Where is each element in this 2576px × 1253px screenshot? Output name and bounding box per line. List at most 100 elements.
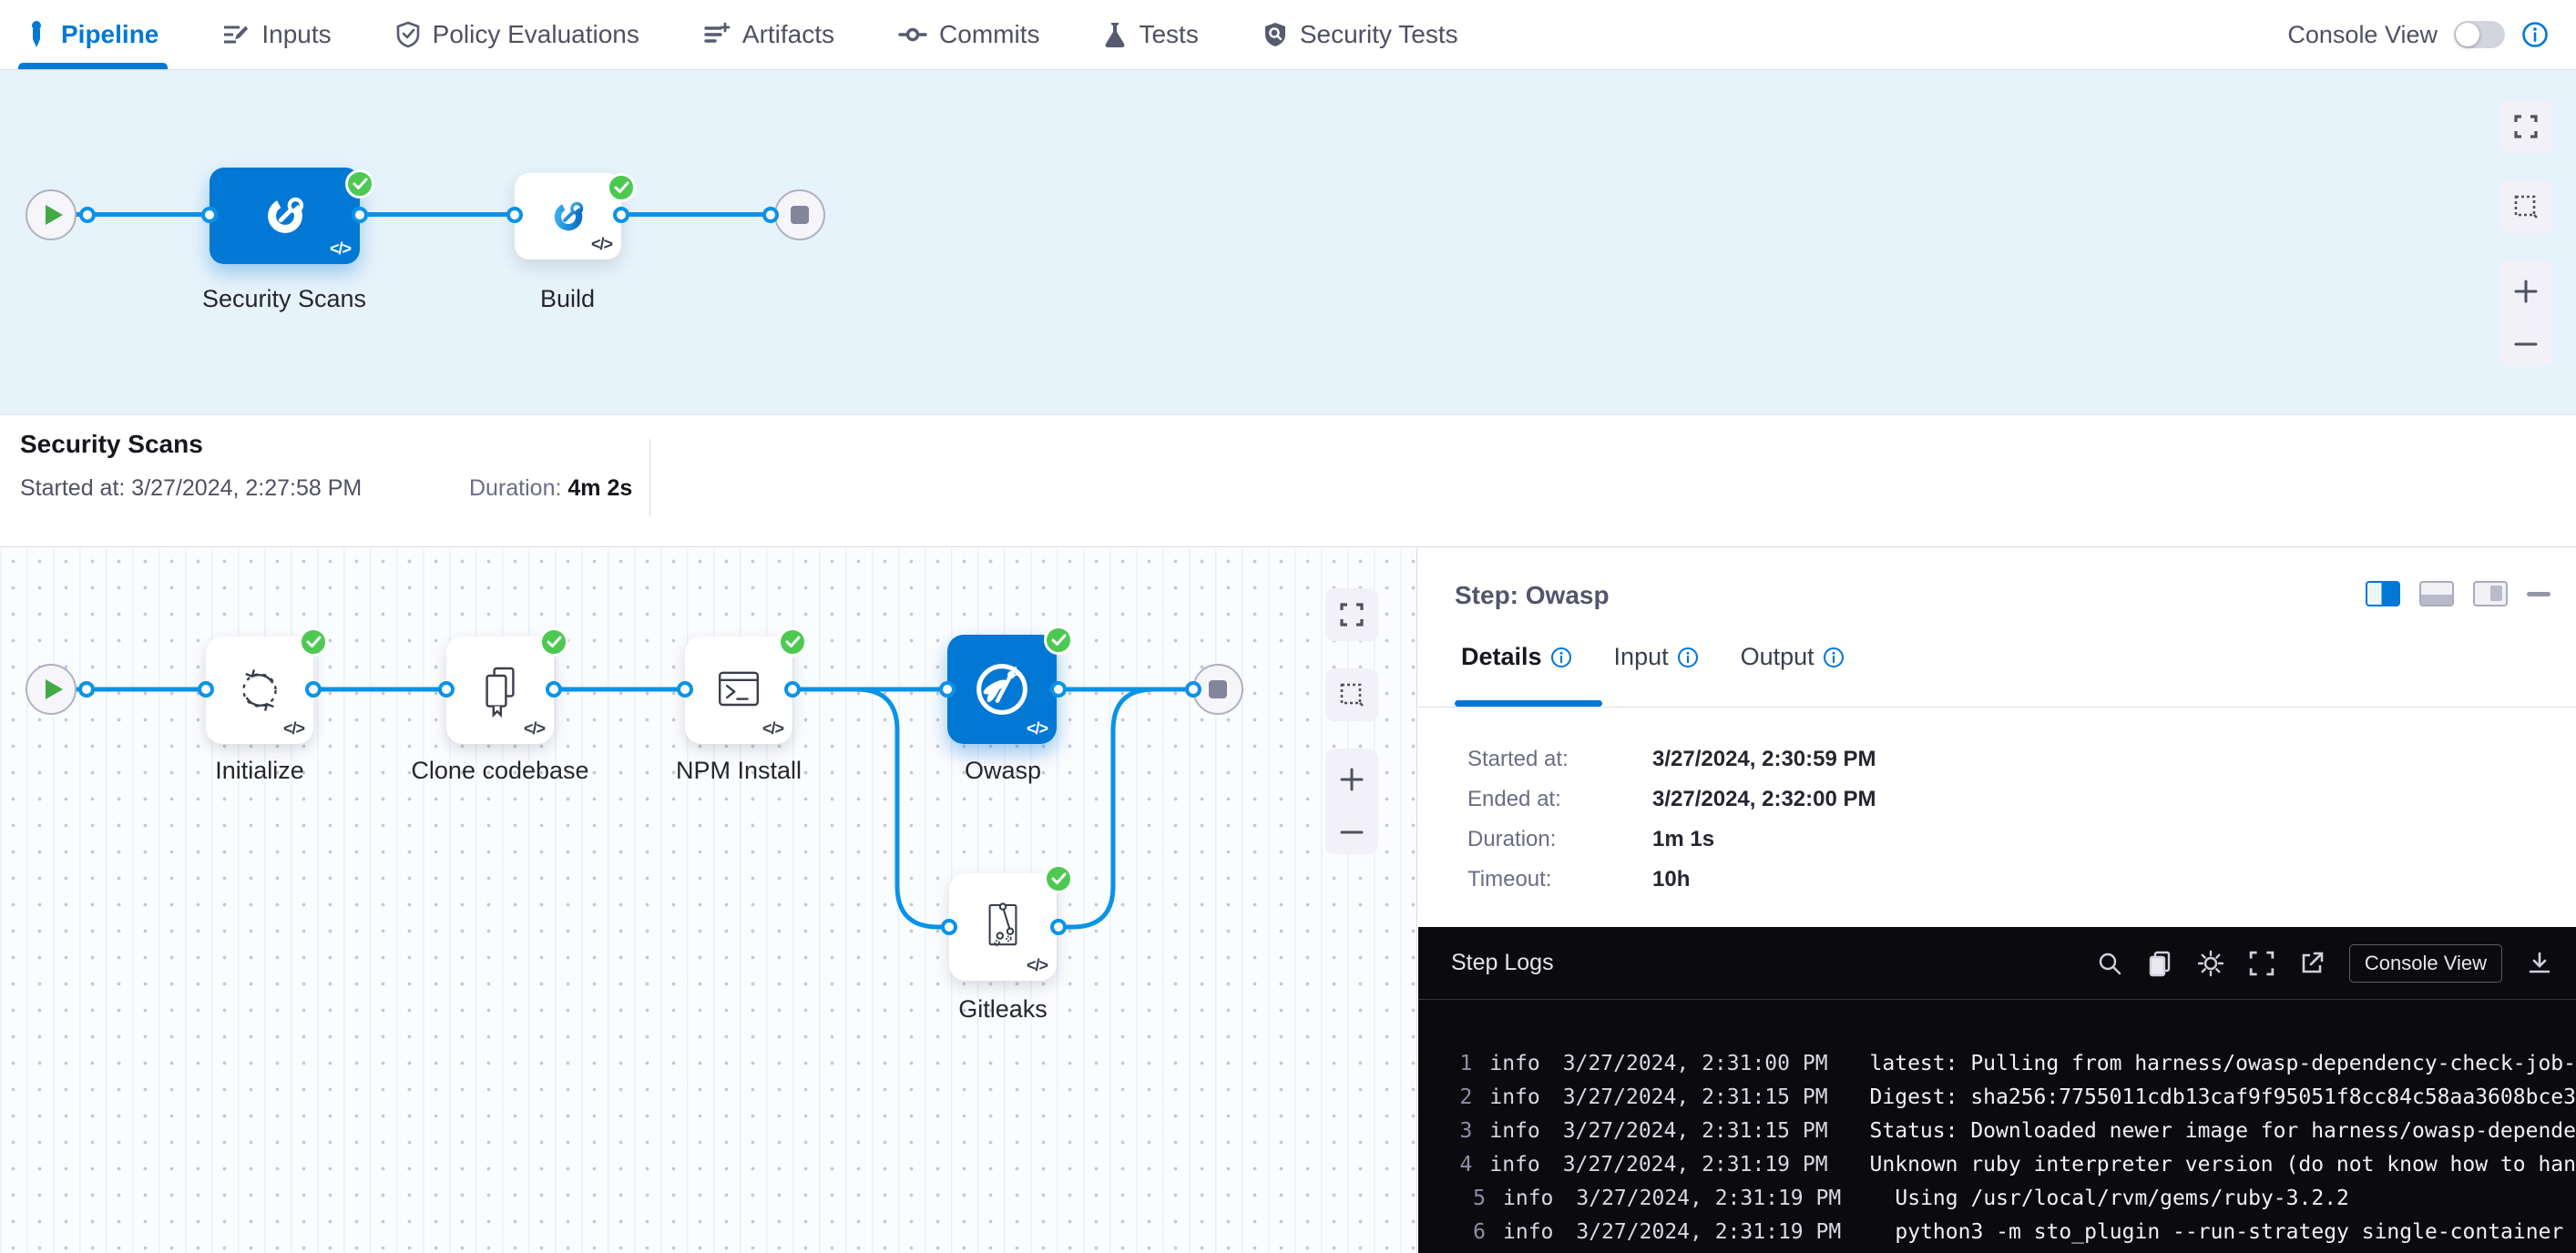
nav-tab-label: Commits xyxy=(939,20,1039,49)
shield-check-icon xyxy=(395,21,421,48)
active-tab-underline xyxy=(1455,700,1602,707)
duration-value: 4m 2s xyxy=(567,475,632,501)
tab-artifacts[interactable]: Artifacts xyxy=(703,0,834,69)
minimize-panel-button[interactable] xyxy=(2527,592,2550,596)
edge-port xyxy=(438,681,455,698)
step-label[interactable]: Gitleaks xyxy=(894,995,1112,1024)
tab-output[interactable]: Output xyxy=(1741,643,1845,671)
step-node-npm-install[interactable]: </> xyxy=(685,637,792,744)
right-view-button[interactable] xyxy=(2473,581,2508,606)
step-node-gitleaks[interactable]: </> xyxy=(949,873,1057,981)
detail-label: Timeout: xyxy=(1467,867,1652,892)
copy-icon[interactable] xyxy=(2147,950,2172,977)
tab-commits[interactable]: Commits xyxy=(898,0,1039,69)
tab-tests[interactable]: Tests xyxy=(1103,0,1198,69)
bottom-split: </> Initialize </> Clone codebase xyxy=(0,548,2576,1253)
step-node-initialize[interactable]: </> xyxy=(206,637,313,744)
log-timestamp: 3/27/2024, 2:31:00 PM xyxy=(1563,1047,1828,1081)
pipeline-start-node[interactable] xyxy=(26,189,77,240)
step-label[interactable]: Owasp xyxy=(894,757,1112,785)
step-node-clone-codebase[interactable]: </> xyxy=(446,637,554,744)
top-nav: Pipeline Inputs Policy Evaluations Artif… xyxy=(0,0,2576,70)
stage-start-node[interactable] xyxy=(26,664,77,715)
zoom-control xyxy=(2499,260,2552,366)
search-icon[interactable] xyxy=(2097,951,2122,976)
nav-tab-label: Artifacts xyxy=(742,20,834,49)
divider xyxy=(1418,707,2576,708)
step-logs-header: Step Logs xyxy=(1418,927,2576,1000)
log-timestamp: 3/27/2024, 2:31:15 PM xyxy=(1563,1115,1828,1148)
edge-port xyxy=(613,207,629,223)
fullscreen-icon[interactable] xyxy=(2249,951,2274,976)
stage-node-build[interactable]: </> xyxy=(515,173,621,260)
zoom-out-button[interactable] xyxy=(2513,340,2539,349)
play-icon xyxy=(46,679,63,699)
tab-inputs[interactable]: Inputs xyxy=(222,0,331,69)
info-icon xyxy=(1550,647,1572,668)
log-timestamp: 3/27/2024, 2:31:19 PM xyxy=(1576,1216,1853,1249)
step-panel-title: Step: Owasp xyxy=(1455,581,1610,610)
nav-tab-label: Inputs xyxy=(261,20,331,49)
duration-label: Duration: xyxy=(469,475,561,501)
edge-port xyxy=(198,681,214,698)
zoom-in-button[interactable] xyxy=(2513,279,2539,304)
pipeline-end-node[interactable] xyxy=(774,189,825,240)
zoom-out-button[interactable] xyxy=(1339,828,1365,837)
step-label[interactable]: Clone codebase xyxy=(391,757,609,785)
console-view-toggle[interactable] xyxy=(2454,21,2505,48)
stage-label[interactable]: Build xyxy=(513,285,622,313)
toggle-knob xyxy=(2456,23,2479,46)
edge-port xyxy=(1050,919,1067,935)
edge-port xyxy=(201,207,218,223)
stage-node-security-scans[interactable]: </> xyxy=(210,168,360,264)
download-icon[interactable] xyxy=(2527,951,2552,976)
edge-port xyxy=(305,681,322,698)
step-panel-tabs: Details Input Output xyxy=(1461,643,1845,671)
stage-label[interactable]: Security Scans xyxy=(175,285,394,313)
tab-details[interactable]: Details xyxy=(1461,643,1572,671)
step-label[interactable]: Initialize xyxy=(150,757,369,785)
edge-port xyxy=(1185,681,1201,698)
marquee-select-button[interactable] xyxy=(2499,180,2552,233)
tab-label: Input xyxy=(1614,643,1669,671)
step-graph-canvas[interactable]: </> Initialize </> Clone codebase xyxy=(0,548,1417,1253)
log-line-number: 3 xyxy=(1449,1115,1472,1148)
code-glyph: </> xyxy=(1027,956,1048,975)
inputs-icon xyxy=(222,21,250,48)
settings-gear-icon[interactable] xyxy=(2197,950,2224,977)
stage-info-bar: Security Scans Started at: 3/27/2024, 2:… xyxy=(0,414,2576,547)
bottom-view-button[interactable] xyxy=(2419,581,2454,606)
success-badge xyxy=(345,169,374,199)
code-glyph: </> xyxy=(1027,719,1048,739)
log-line-number: 6 xyxy=(1449,1216,1486,1249)
log-message: Digest: sha256:7755011cdb13caf9f95051f8c… xyxy=(1870,1081,2576,1115)
stop-icon xyxy=(1209,680,1227,698)
stage-graph-canvas[interactable]: </> Security Scans </> Build xyxy=(0,70,2576,414)
edge-port xyxy=(784,681,801,698)
marquee-select-button[interactable] xyxy=(1325,668,1378,721)
detail-value: 10h xyxy=(1652,867,1690,892)
detail-value: 3/27/2024, 2:30:59 PM xyxy=(1652,747,1876,772)
edge-port xyxy=(79,207,96,223)
edge-port xyxy=(941,919,957,935)
fullscreen-button[interactable] xyxy=(2499,100,2552,153)
console-view-button[interactable]: Console View xyxy=(2349,944,2502,983)
open-external-icon[interactable] xyxy=(2299,951,2325,976)
tab-policy-evaluations[interactable]: Policy Evaluations xyxy=(395,0,639,69)
code-glyph: </> xyxy=(762,719,783,739)
success-badge xyxy=(1044,626,1073,655)
step-logs-body[interactable]: 1 info 3/27/2024, 2:31:00 PM latest: Pul… xyxy=(1418,1000,2576,1249)
fullscreen-button[interactable] xyxy=(1325,588,1378,641)
tab-label: Output xyxy=(1741,643,1814,671)
tab-security-tests[interactable]: Security Tests xyxy=(1262,0,1458,69)
step-label[interactable]: NPM Install xyxy=(629,757,848,785)
tab-input[interactable]: Input xyxy=(1614,643,1699,671)
log-message: latest: Pulling from harness/owasp-depen… xyxy=(1870,1047,2576,1081)
split-view-button[interactable] xyxy=(2366,581,2400,606)
tab-pipeline[interactable]: Pipeline xyxy=(24,0,158,69)
info-icon[interactable] xyxy=(2521,21,2549,48)
success-badge xyxy=(778,627,807,657)
step-node-owasp[interactable]: </> xyxy=(947,635,1057,744)
log-level: info xyxy=(1503,1182,1553,1216)
zoom-in-button[interactable] xyxy=(1339,767,1365,792)
